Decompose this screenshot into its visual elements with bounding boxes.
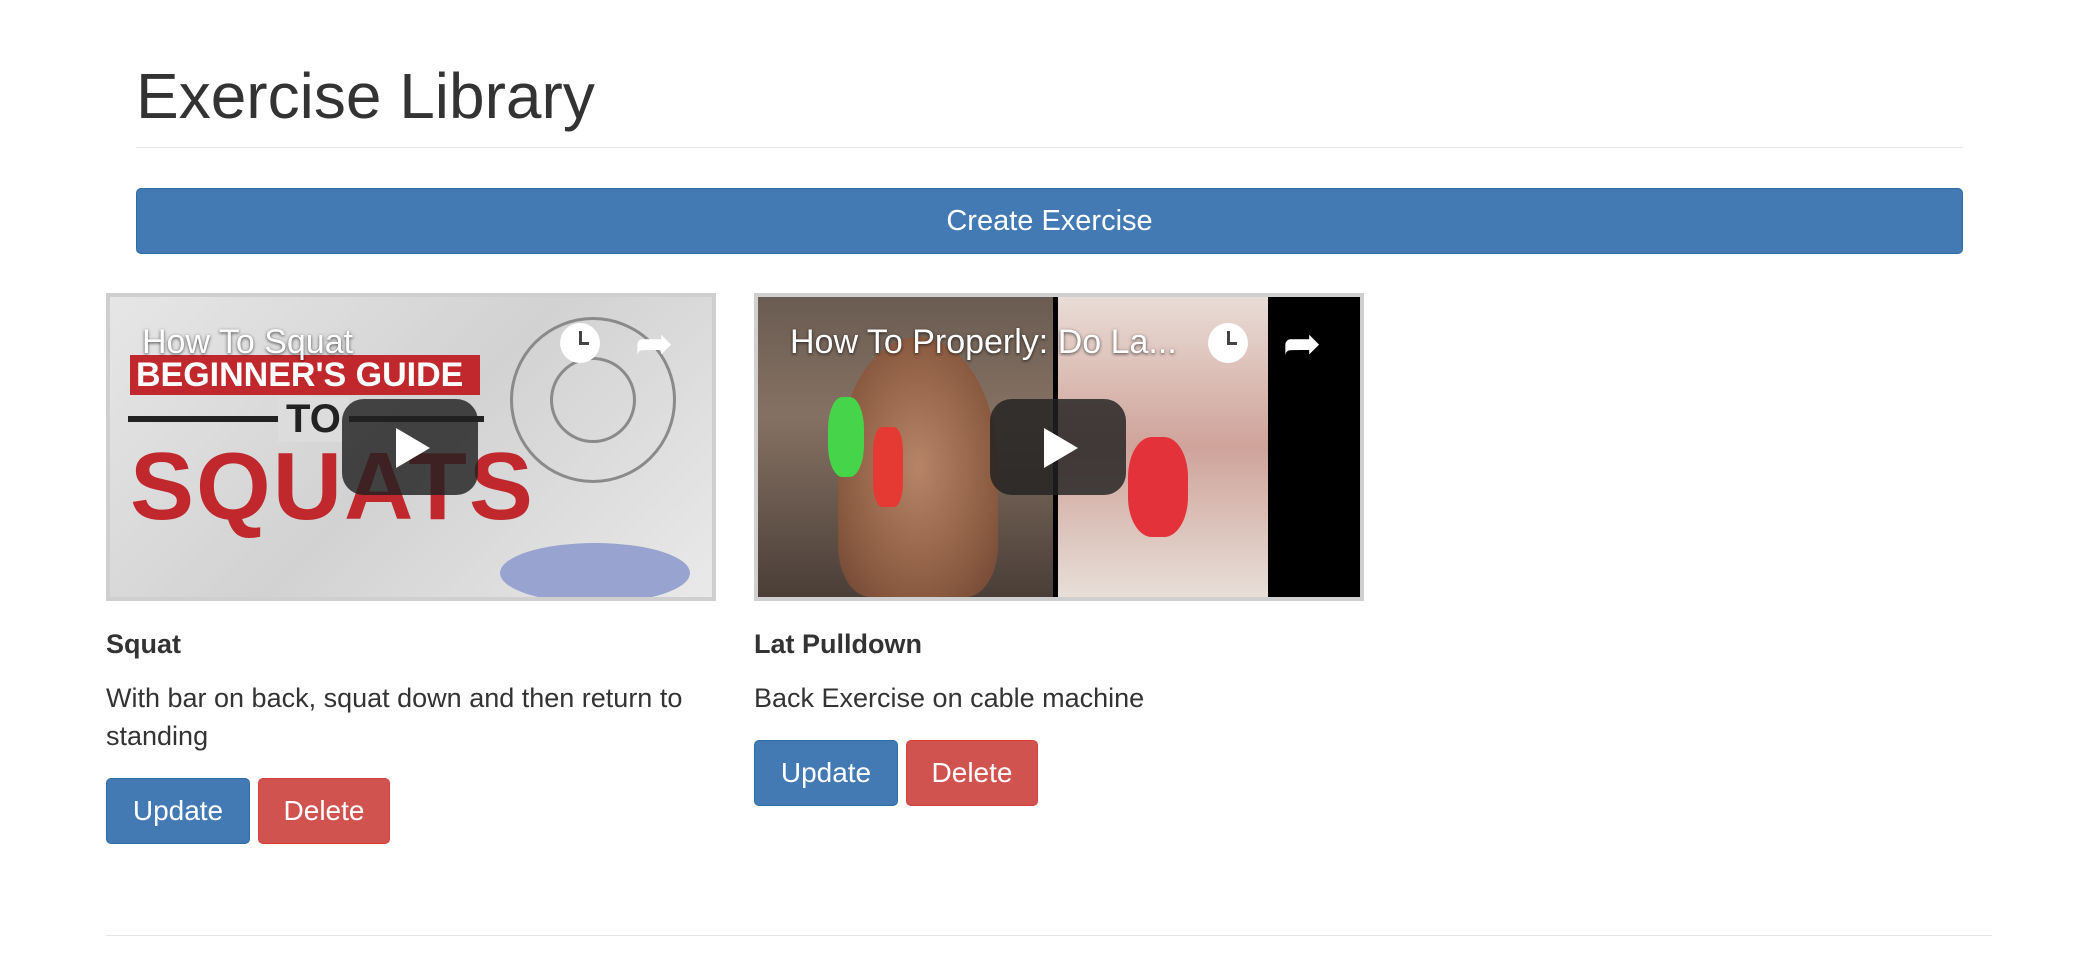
exercise-description: Back Exercise on cable machine bbox=[754, 683, 1145, 713]
red-annotation-mark bbox=[873, 427, 903, 507]
page-title: Exercise Library bbox=[136, 60, 595, 132]
share-icon[interactable]: ➦ bbox=[1278, 319, 1326, 367]
green-annotation-mark bbox=[828, 397, 864, 477]
play-icon[interactable] bbox=[342, 399, 478, 495]
delete-button[interactable]: Delete bbox=[258, 778, 390, 844]
lat-muscle-highlight bbox=[1128, 437, 1188, 537]
page-header: Exercise Library bbox=[136, 48, 1963, 148]
update-button[interactable]: Update bbox=[106, 778, 250, 844]
clock-icon[interactable] bbox=[560, 323, 600, 363]
video-player-lat-pulldown[interactable]: How To Properly: Do La... ➦ bbox=[754, 293, 1364, 601]
clock-icon[interactable] bbox=[1208, 323, 1248, 363]
exercise-name: Lat Pulldown bbox=[754, 629, 922, 659]
exercise-description: With bar on back, squat down and then re… bbox=[106, 683, 683, 751]
exercise-card-lat-pulldown: How To Properly: Do La... ➦ Lat Pulldown… bbox=[754, 293, 1364, 806]
update-button[interactable]: Update bbox=[754, 740, 898, 806]
video-title[interactable]: How To Squat bbox=[142, 323, 353, 362]
create-exercise-button[interactable]: Create Exercise bbox=[136, 188, 1963, 254]
barbell-plate-inner-illustration bbox=[550, 357, 636, 443]
card-actions: Update Delete bbox=[754, 740, 1038, 806]
delete-button[interactable]: Delete bbox=[906, 740, 1038, 806]
card-actions: Update Delete bbox=[106, 778, 390, 844]
share-icon[interactable]: ➦ bbox=[630, 319, 678, 367]
athlete-back-image bbox=[838, 337, 998, 597]
video-title[interactable]: How To Properly: Do La... bbox=[790, 323, 1177, 362]
exercise-library-page: Exercise Library Create Exercise BEGINNE… bbox=[0, 0, 2084, 962]
exercise-card-squat: BEGINNER'S GUIDE TO SQUATS How To Squat … bbox=[106, 293, 716, 844]
floor-shadow-illustration bbox=[500, 543, 690, 597]
exercise-name: Squat bbox=[106, 629, 182, 659]
footer-divider bbox=[106, 935, 1992, 936]
play-icon[interactable] bbox=[990, 399, 1126, 495]
video-player-squat[interactable]: BEGINNER'S GUIDE TO SQUATS How To Squat … bbox=[106, 293, 716, 601]
